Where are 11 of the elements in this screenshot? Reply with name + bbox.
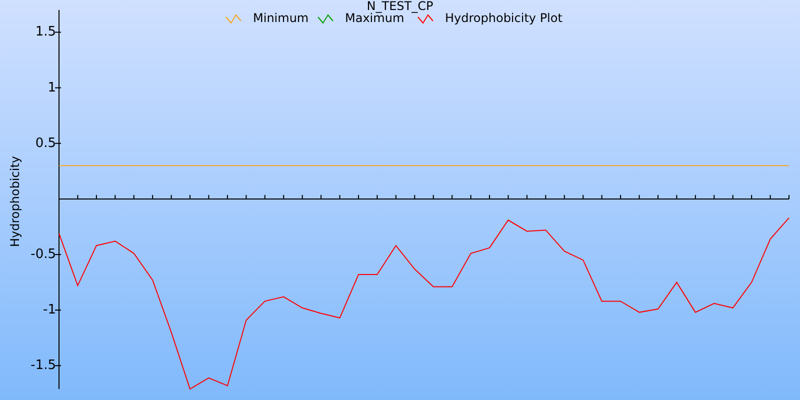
y-tick-label: 1 (48, 80, 56, 96)
legend-label: Maximum (345, 11, 404, 25)
y-tick-label: -0.5 (30, 247, 56, 262)
y-tick-label: 0.5 (35, 136, 56, 151)
legend-label: Hydrophobicity Plot (445, 11, 562, 25)
chart-title: N_TEST_CP (366, 0, 434, 13)
y-tick-label: 1.5 (35, 24, 56, 40)
legend-label: Minimum (253, 11, 309, 25)
y-axis-label: Hydrophobicity (8, 156, 22, 247)
y-tick-label: -1.5 (30, 358, 56, 374)
y-tick-label: -1 (43, 302, 56, 318)
